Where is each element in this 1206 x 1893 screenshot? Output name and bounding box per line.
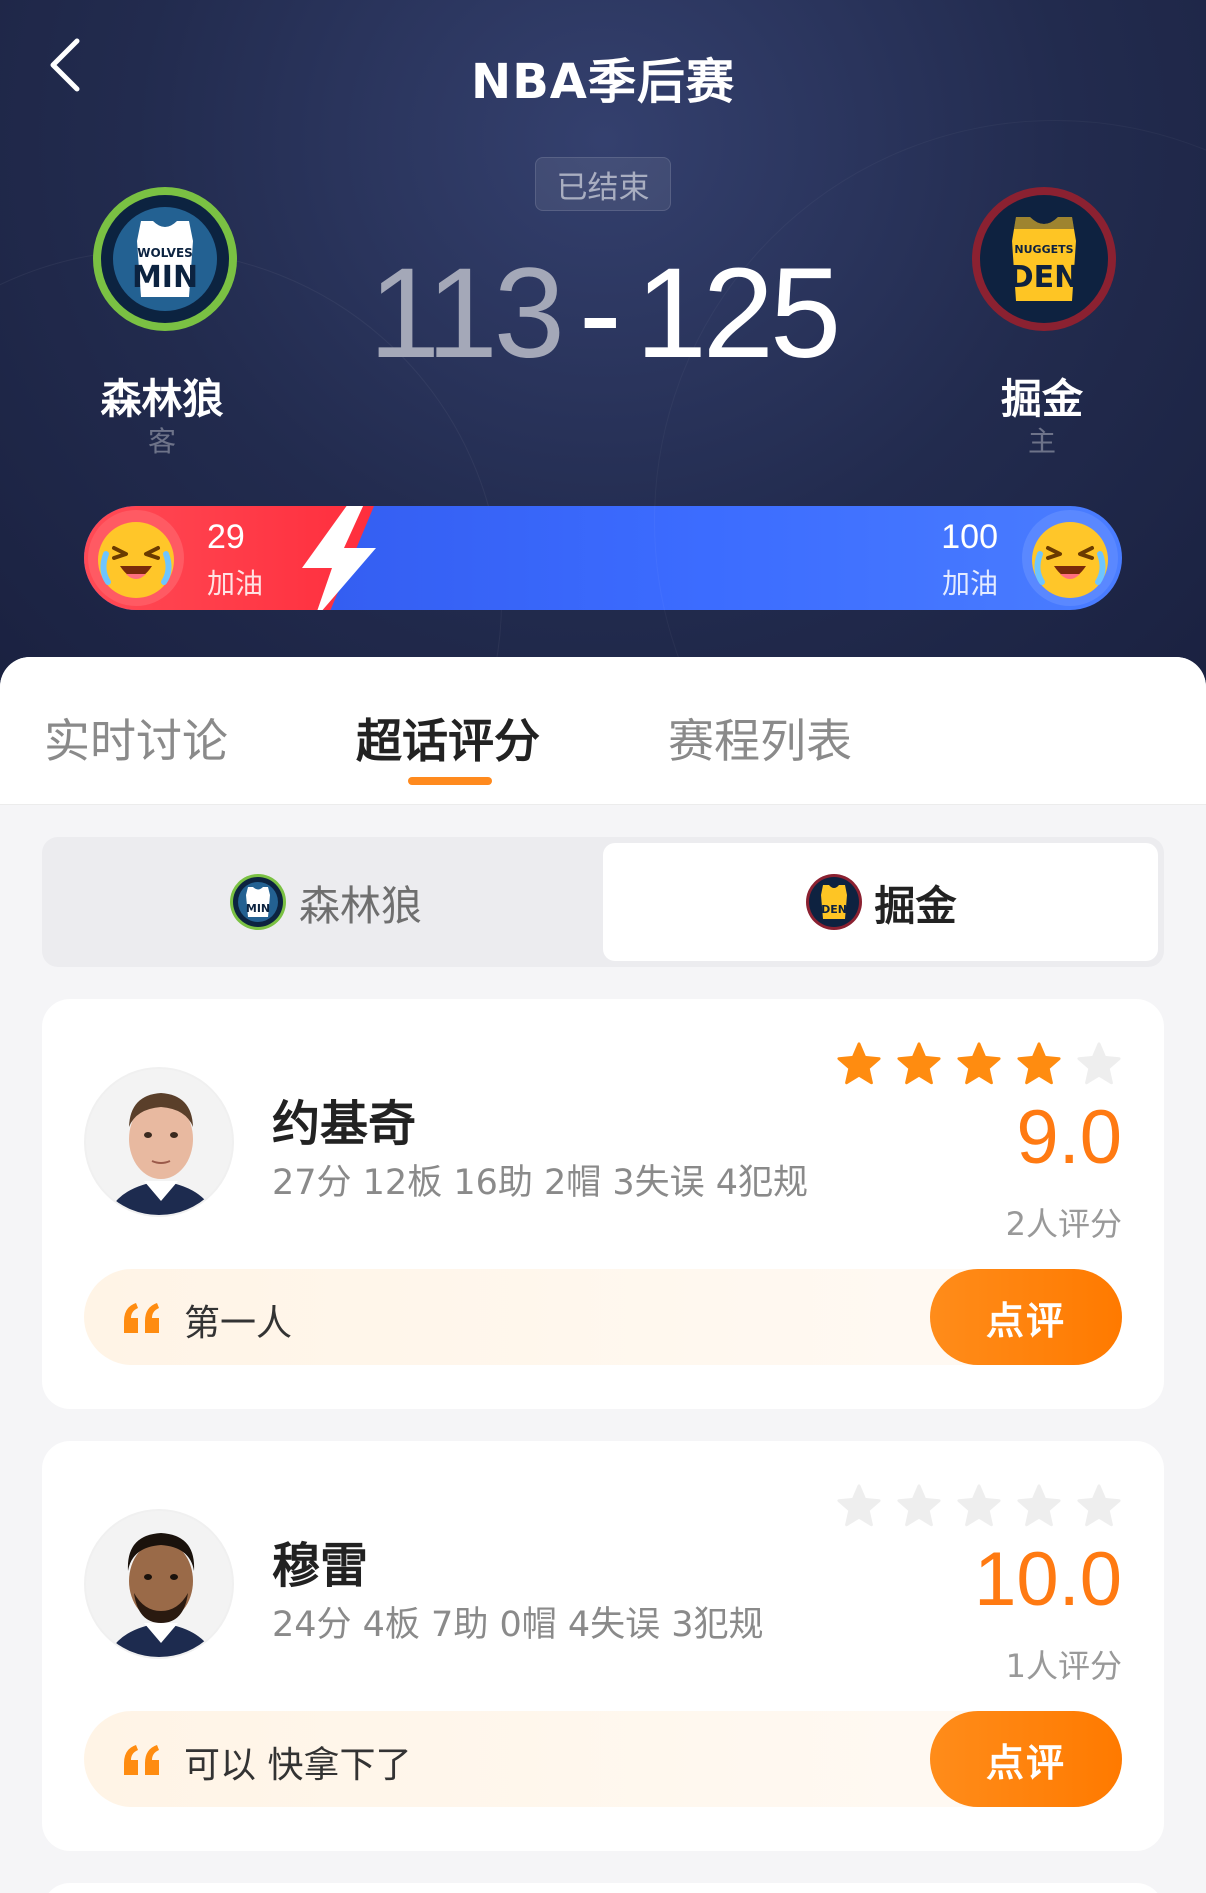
mini-logo-text-min: MIN [246,902,270,915]
star-rating[interactable] [836,1041,1122,1087]
page-title: NBA季后赛 [471,54,735,110]
scoreboard: 113 - 125 [360,238,846,388]
active-tab-indicator [408,777,492,785]
star-icon[interactable] [896,1041,942,1087]
player-card[interactable]: 约基奇 27分 12板 16助 2帽 3失误 4犯规 9.0 2人评分 第一人 … [42,999,1164,1409]
mini-logo-text-den: DEN [821,903,847,916]
star-empty-icon[interactable] [1016,1483,1062,1529]
tab-schedule[interactable]: 赛程列表 [668,705,852,771]
nuggets-logo[interactable]: NUGGETS DEN [970,185,1118,333]
home-cheer-emoji-icon[interactable] [1020,508,1120,608]
home-cheer-label: 加油 [941,567,998,600]
home-score: 125 [635,241,842,385]
comment-text: 可以 快拿下了 [184,1745,412,1786]
tab-topic-rating[interactable]: 超话评分 [356,705,540,771]
logo-text-min: MIN [132,260,198,295]
player-name: 约基奇 [272,1096,417,1152]
team-switch-label-min: 森林狼 [299,882,422,930]
top-comment[interactable]: 可以 快拿下了 点评 [84,1711,1122,1807]
away-cheer-count: 29 [207,518,245,556]
star-empty-icon[interactable] [836,1483,882,1529]
team-switch: MIN 森林狼 DEN 掘金 [42,837,1164,967]
player-avatar [84,1067,234,1217]
player-card-partial[interactable] [42,1883,1164,1893]
timberwolves-mini-logo: MIN [230,874,286,930]
review-button[interactable]: 点评 [930,1711,1122,1807]
tab-live-discussion[interactable]: 实时讨论 [44,705,228,771]
player-card[interactable]: 穆雷 24分 4板 7助 0帽 4失误 3犯规 10.0 1人评分 可以 快拿下… [42,1441,1164,1851]
logo-text-nuggets: NUGGETS [1014,243,1073,256]
lightning-icon [302,506,376,610]
away-team-name[interactable]: 森林狼 [62,365,262,425]
star-empty-icon[interactable] [956,1483,1002,1529]
logo-text-wolves: WOLVES [137,246,193,260]
rating-count: 2人评分 [1005,1205,1122,1243]
away-cheer-label: 加油 [207,567,264,600]
player-avatar [84,1509,234,1659]
timberwolves-logo[interactable]: WOLVES MIN [91,185,239,333]
home-team-role: 主 [1027,425,1056,458]
player-rating: 10.0 [974,1537,1122,1622]
away-score: 113 [368,241,565,385]
player-name: 穆雷 [272,1538,369,1594]
review-button[interactable]: 点评 [930,1269,1122,1365]
home-team-name[interactable]: 掘金 [942,365,1142,425]
top-comment[interactable]: 第一人 点评 [84,1269,1122,1365]
score-separator: - [578,241,622,385]
player-stats: 24分 4板 7助 0帽 4失误 3犯规 [272,1605,764,1645]
tab-bar: 实时讨论 超话评分 赛程列表 [0,657,1206,805]
star-icon[interactable] [956,1041,1002,1087]
away-team-role: 客 [147,425,176,458]
quote-icon [124,1745,159,1775]
match-header: NBA季后赛 已结束 113 - 125 WOLVES MIN NUGGETS … [0,0,1206,700]
star-icon[interactable] [1016,1041,1062,1087]
match-status-badge: 已结束 [535,157,671,211]
star-rating[interactable] [836,1483,1122,1529]
player-portrait [86,1511,232,1657]
star-empty-icon[interactable] [1076,1041,1122,1087]
team-switch-timberwolves[interactable]: MIN 森林狼 [48,843,603,961]
home-cheer-count: 100 [941,518,998,556]
player-rating: 9.0 [1016,1095,1122,1180]
star-empty-icon[interactable] [1076,1483,1122,1529]
away-cheer-emoji-icon[interactable] [86,508,186,608]
rating-count: 1人评分 [1005,1647,1122,1685]
player-portrait [86,1069,232,1215]
nuggets-mini-logo: DEN [805,874,862,930]
team-switch-label-den: 掘金 [874,882,957,930]
comment-text: 第一人 [184,1303,293,1344]
logo-text-den: DEN [1009,260,1080,295]
star-icon[interactable] [836,1041,882,1087]
star-empty-icon[interactable] [896,1483,942,1529]
content-panel: 实时讨论 超话评分 赛程列表 MIN 森林狼 DEN 掘金 约基奇 27分 12… [0,657,1206,1893]
player-stats: 27分 12板 16助 2帽 3失误 4犯规 [272,1163,809,1203]
team-switch-nuggets[interactable]: DEN 掘金 [603,843,1158,961]
quote-icon [124,1303,159,1333]
